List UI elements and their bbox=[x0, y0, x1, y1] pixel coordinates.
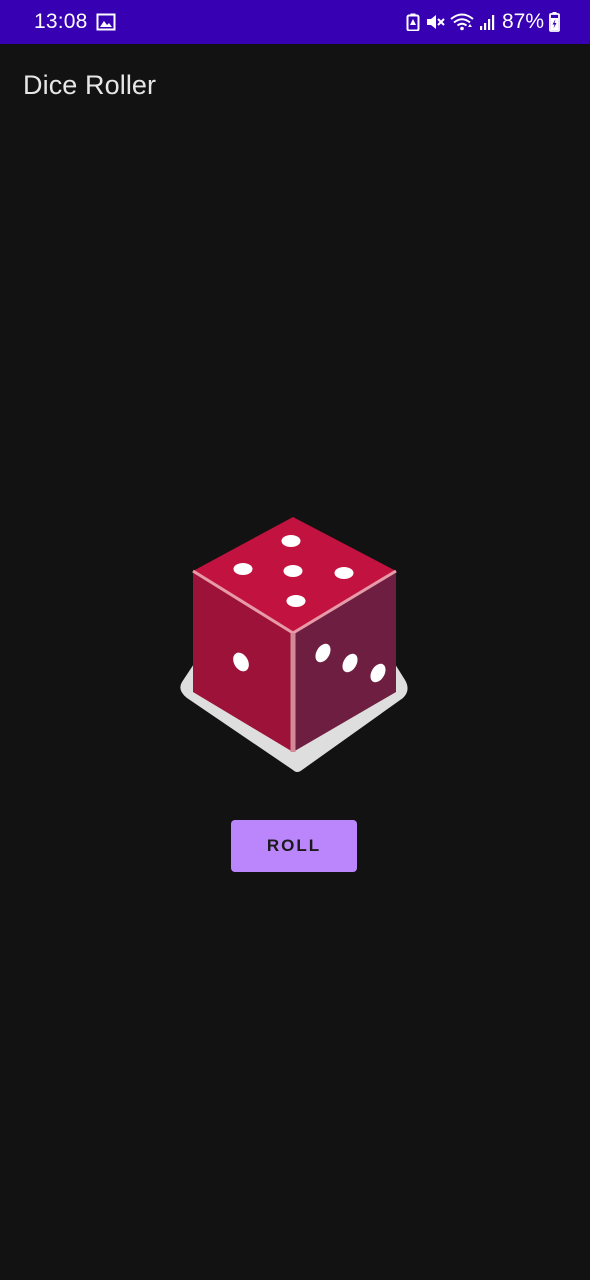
dice-pip bbox=[281, 535, 301, 547]
dice-pip bbox=[286, 595, 306, 607]
dice-pip bbox=[283, 565, 303, 577]
wifi-icon bbox=[450, 13, 474, 31]
status-icons: 87% bbox=[406, 9, 560, 35]
roll-button[interactable]: ROLL bbox=[231, 820, 357, 872]
app-title: Dice Roller bbox=[23, 70, 157, 100]
battery-charging-icon bbox=[549, 12, 560, 32]
status-time: 13:08 bbox=[34, 10, 88, 33]
dice-pip bbox=[334, 567, 354, 579]
dice-image bbox=[175, 512, 415, 777]
mute-icon bbox=[425, 13, 445, 31]
status-bar: 13:08 87% bbox=[0, 0, 590, 44]
battery-saver-icon bbox=[406, 13, 420, 31]
battery-percentage: 87% bbox=[501, 10, 544, 33]
dice-pip bbox=[233, 563, 253, 575]
signal-icon bbox=[479, 13, 495, 31]
gallery-icon bbox=[96, 12, 116, 32]
dice-icon bbox=[180, 517, 408, 772]
